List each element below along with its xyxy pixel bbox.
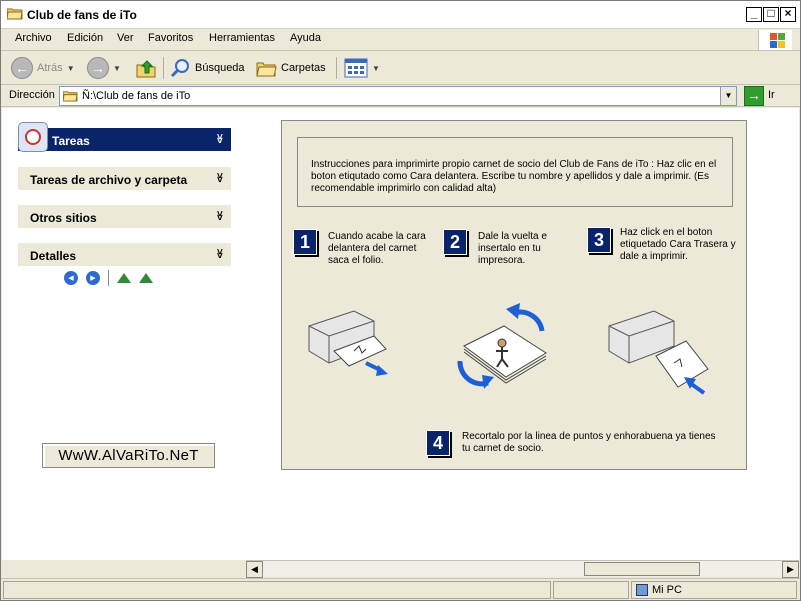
- status-bar: Mi PC: [1, 578, 800, 600]
- rotate-left-icon[interactable]: [117, 273, 131, 283]
- folder-icon: [63, 91, 78, 102]
- up-folder-button[interactable]: [135, 55, 157, 81]
- computer-icon: [636, 584, 648, 596]
- chevron-expand-icon: >>: [213, 172, 225, 181]
- scroll-left-arrow-icon[interactable]: ◀: [246, 561, 263, 578]
- window-title: Club de fans de iTo: [27, 8, 137, 22]
- chevron-down-icon: ▼: [372, 63, 380, 73]
- step-2-number: 2: [443, 229, 467, 255]
- menu-archivo[interactable]: Archivo: [15, 32, 52, 44]
- windows-logo-icon: [758, 30, 792, 50]
- address-dropdown-button[interactable]: ▼: [720, 87, 736, 105]
- previous-icon[interactable]: ◀: [64, 271, 78, 285]
- printer-input-illustration: [608, 310, 709, 395]
- other-places-pane-header[interactable]: Otros sitios >>: [18, 205, 231, 228]
- step-4-number: 4: [426, 430, 450, 456]
- menu-ver[interactable]: Ver: [117, 32, 134, 44]
- flip-paper-illustration: [457, 303, 547, 389]
- toolbar-separator: [336, 57, 337, 79]
- back-label: Atrás: [37, 62, 63, 74]
- menu-herramientas[interactable]: Herramientas: [209, 32, 275, 44]
- address-input[interactable]: Ñ:\Club de fans de iTo ▼: [59, 86, 737, 106]
- address-bar: Dirección Ñ:\Club de fans de iTo ▼ → Ir: [1, 85, 800, 107]
- web-tasks-icon: [18, 122, 48, 152]
- chevron-expand-icon: >>: [213, 248, 225, 257]
- minimize-icon: _: [750, 6, 758, 20]
- media-separator: [108, 270, 109, 286]
- forward-arrow-icon: →: [87, 57, 109, 79]
- status-cell-location: Mi PC: [631, 581, 797, 599]
- go-arrow-icon: →: [747, 87, 761, 103]
- address-value: Ñ:\Club de fans de iTo: [82, 90, 191, 102]
- step-2-text: Dale la vuelta e insertalo en tu impreso…: [478, 231, 547, 266]
- title-bar: Club de fans de iTo _ □ ×: [1, 1, 800, 29]
- instructions-card: Instrucciones para imprimirte propio car…: [281, 120, 747, 470]
- step-3-text: Haz click en el boton etiquetado Cara Tr…: [620, 227, 736, 262]
- folders-button[interactable]: Carpetas: [255, 55, 326, 81]
- back-arrow-icon: ←: [11, 57, 33, 79]
- maximize-button[interactable]: □: [763, 6, 779, 22]
- address-label: Dirección: [9, 89, 55, 101]
- views-button[interactable]: ▼: [344, 55, 380, 81]
- search-button[interactable]: Búsqueda: [169, 55, 245, 81]
- toolbar-separator: [163, 57, 164, 79]
- step-1-text: Cuando acabe la cara delantera del carne…: [328, 231, 426, 266]
- file-tasks-pane-title: Tareas de archivo y carpeta: [30, 173, 188, 187]
- intro-box: Instrucciones para imprimirte propio car…: [297, 137, 733, 207]
- minimize-button[interactable]: _: [746, 6, 762, 22]
- step-1-number: 1: [293, 229, 317, 255]
- step-4-text: Recortalo por la linea de puntos y enhor…: [462, 431, 716, 454]
- rotate-right-icon[interactable]: [139, 273, 153, 283]
- folders-icon: [256, 62, 277, 77]
- other-places-pane-title: Otros sitios: [30, 211, 97, 225]
- menu-edicion[interactable]: Edición: [67, 32, 103, 44]
- website-label: WwW.AlVaRiTo.NeT: [42, 443, 215, 468]
- chevron-expand-icon: >>: [213, 210, 225, 219]
- status-location: Mi PC: [652, 584, 682, 596]
- folder-view: Tareas >> Tareas de archivo y carpeta >>…: [2, 108, 799, 560]
- scrollbar-thumb[interactable]: [584, 562, 700, 576]
- tasks-pane-header[interactable]: Tareas >>: [18, 122, 231, 152]
- media-controls: ◀ ▶: [64, 270, 153, 286]
- toolbar: ← Atrás ▼ → ▼ Búsqueda Carpetas ▼: [1, 51, 800, 85]
- status-cell-size: [553, 581, 629, 599]
- folder-icon: [7, 8, 23, 20]
- details-pane-title: Detalles: [30, 249, 77, 263]
- up-folder-icon: [136, 60, 156, 78]
- details-pane-header[interactable]: Detalles >>: [18, 243, 231, 266]
- search-icon: [170, 59, 189, 78]
- status-cell-main: [3, 581, 551, 599]
- maximize-icon: □: [767, 6, 775, 20]
- scroll-right-arrow-icon[interactable]: ▶: [782, 561, 799, 578]
- go-button[interactable]: →: [744, 86, 764, 106]
- folders-label: Carpetas: [281, 62, 326, 74]
- task-panel: Tareas >> Tareas de archivo y carpeta >>…: [2, 108, 252, 560]
- file-tasks-pane-header[interactable]: Tareas de archivo y carpeta >>: [18, 167, 231, 190]
- chevron-down-icon: ▼: [66, 63, 75, 73]
- views-grid-icon: [344, 58, 368, 78]
- forward-button[interactable]: → ▼: [87, 55, 121, 81]
- explorer-window: Club de fans de iTo _ □ × Archivo Edició…: [0, 0, 801, 601]
- next-icon[interactable]: ▶: [86, 271, 100, 285]
- intro-text: Instrucciones para imprimirte propio car…: [311, 159, 717, 194]
- close-icon: ×: [784, 6, 792, 20]
- menu-favoritos[interactable]: Favoritos: [148, 32, 193, 44]
- go-label[interactable]: Ir: [768, 89, 775, 101]
- chevron-collapse-icon: >>: [213, 133, 225, 142]
- menu-ayuda[interactable]: Ayuda: [290, 32, 321, 44]
- close-button[interactable]: ×: [780, 6, 796, 22]
- tasks-pane-title: Tareas: [52, 134, 90, 148]
- menu-bar: Archivo Edición Ver Favoritos Herramient…: [1, 29, 800, 51]
- printer-output-illustration: [308, 310, 388, 376]
- horizontal-scrollbar[interactable]: ◀ ▶: [246, 560, 799, 578]
- chevron-down-icon: ▼: [113, 63, 121, 73]
- step-3-number: 3: [587, 227, 611, 253]
- back-button[interactable]: ← Atrás ▼: [11, 55, 75, 81]
- search-label: Búsqueda: [195, 62, 245, 74]
